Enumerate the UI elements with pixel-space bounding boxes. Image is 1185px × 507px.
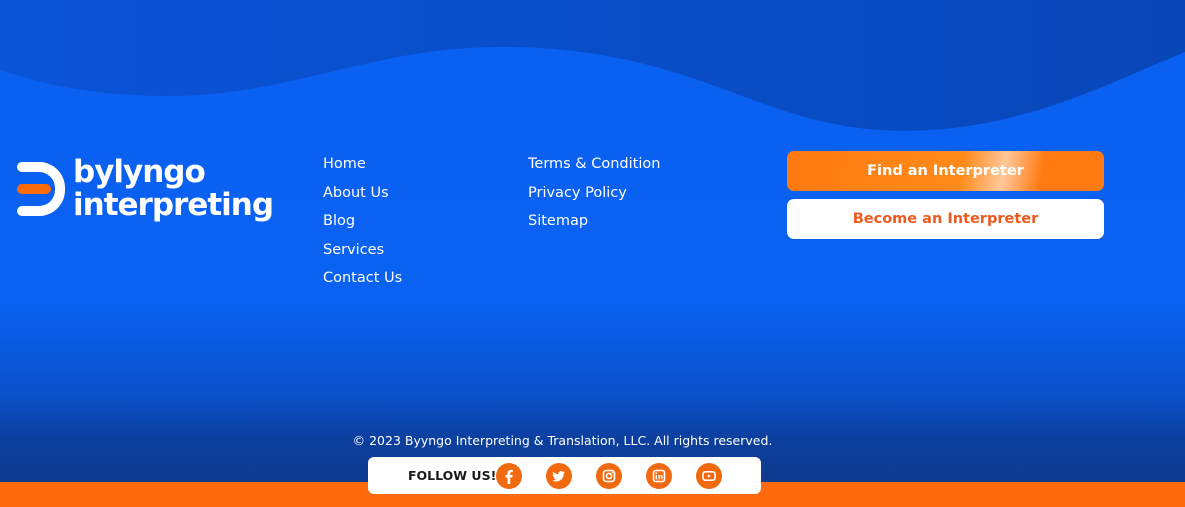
twitter-icon[interactable] [546, 463, 572, 489]
footer-nav-legal: Terms & Condition Privacy Policy Sitemap [528, 155, 660, 241]
become-interpreter-button[interactable]: Become an Interpreter [787, 199, 1104, 239]
nav-link-home[interactable]: Home [323, 156, 366, 172]
nav-link-contact-us[interactable]: Contact Us [323, 270, 402, 286]
footer-nav-main: Home About Us Blog Services Contact Us [323, 155, 402, 298]
brand-logo[interactable]: bylyngo interpreting [15, 154, 274, 232]
logo-b-mark [15, 160, 65, 220]
nav-link-sitemap[interactable]: Sitemap [528, 213, 588, 229]
youtube-icon[interactable] [696, 463, 722, 489]
follow-us-bar: FOLLOW US! [368, 457, 761, 494]
instagram-icon[interactable] [596, 463, 622, 489]
nav-link-terms[interactable]: Terms & Condition [528, 156, 660, 172]
logo-text-bylyngo: bylyngo [73, 154, 206, 190]
find-interpreter-button[interactable]: Find an Interpreter [787, 151, 1104, 191]
facebook-icon[interactable] [496, 463, 522, 489]
follow-us-label: FOLLOW US! [408, 468, 497, 483]
logo-text-interpreting: interpreting [73, 187, 274, 223]
header-wave [0, 0, 1185, 131]
linkedin-icon[interactable] [646, 463, 672, 489]
nav-link-about-us[interactable]: About Us [323, 185, 389, 201]
nav-link-services[interactable]: Services [323, 242, 384, 258]
nav-link-blog[interactable]: Blog [323, 213, 355, 229]
nav-link-privacy[interactable]: Privacy Policy [528, 185, 627, 201]
copyright-text: © 2023 Byyngo Interpreting & Translation… [352, 433, 773, 448]
